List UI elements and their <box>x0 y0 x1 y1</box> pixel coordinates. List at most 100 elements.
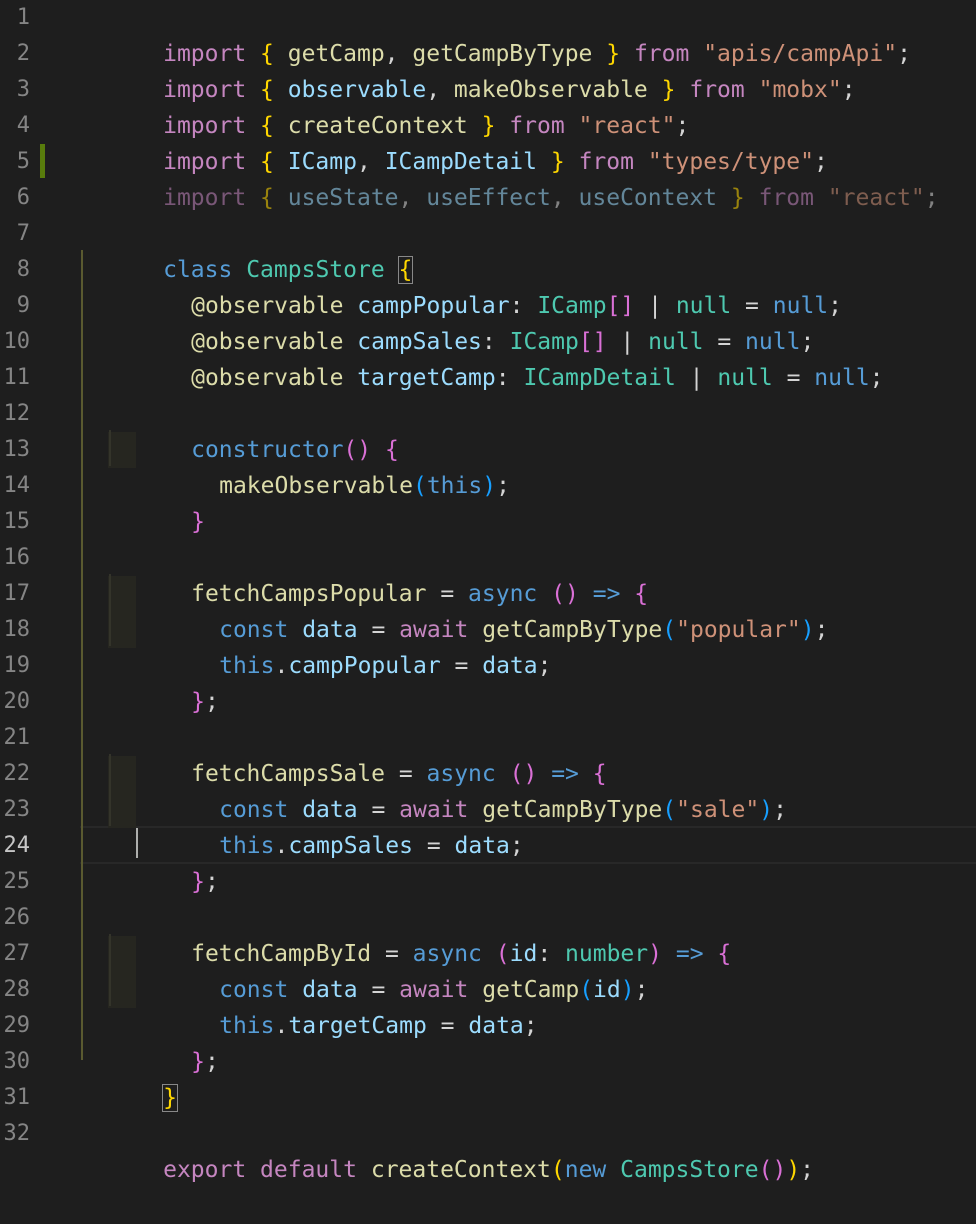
code-line: } <box>108 468 205 535</box>
punctuation: ; <box>204 689 219 715</box>
line-number-gutter: 1 2 3 4 5 6 7 8 9 10 11 12 13 14 15 16 17 18 19 20 21 22 23 24 2… <box>0 0 60 1158</box>
keyword: this <box>219 833 275 859</box>
keyword: this <box>219 1013 275 1039</box>
code-line: constructor() { <box>108 396 399 463</box>
code-line: @observable campPopular: ICamp[] | null … <box>108 252 842 319</box>
function-call: createContext <box>370 1157 551 1183</box>
line-number: 32 <box>3 1121 31 1146</box>
punctuation: ; <box>800 1157 815 1183</box>
line-number: 11 <box>3 365 31 390</box>
code-line: this.targetCamp = data; <box>136 972 538 1039</box>
code-line: const data = await getCampByType("sale")… <box>136 756 787 823</box>
punctuation: ; <box>828 293 842 319</box>
variable: data <box>482 653 538 679</box>
code-editor[interactable]: 1 2 3 4 5 6 7 8 9 10 11 12 13 14 15 16 17 18 19 20 21 22 23 24 2… <box>0 0 976 1183</box>
punctuation: ) <box>482 473 497 499</box>
code-line: import { createContext } from "react"; <box>80 72 689 139</box>
punctuation: ) <box>759 797 774 823</box>
text-cursor <box>136 828 138 858</box>
keyword: from <box>758 185 814 211</box>
line-number: 15 <box>3 509 31 534</box>
punctuation: } <box>717 185 759 211</box>
line-number: 18 <box>3 617 31 642</box>
line-number: 9 <box>16 293 30 318</box>
type: null <box>717 365 773 391</box>
line-number: 4 <box>16 113 30 138</box>
arrow: => <box>675 941 704 967</box>
code-line: const data = await getCampByType("popula… <box>136 576 828 643</box>
code-line: export default createContext(new CampsSt… <box>80 1116 814 1183</box>
punctuation: ) <box>800 617 815 643</box>
git-modified-line-marker <box>40 144 45 178</box>
punctuation: , <box>550 185 579 211</box>
code-line: @observable campSales: ICamp[] | null = … <box>108 288 814 355</box>
line-number: 16 <box>3 545 31 570</box>
function-call: makeObservable <box>219 473 413 499</box>
variable: data <box>454 833 510 859</box>
line-number: 5 <box>16 149 30 174</box>
keyword: from <box>689 77 745 103</box>
punctuation: () <box>758 1157 787 1183</box>
punctuation: ; <box>204 1049 219 1075</box>
keyword: this <box>219 653 275 679</box>
keyword: import <box>163 185 247 211</box>
line-number: 17 <box>3 581 31 606</box>
punctuation: ; <box>869 365 884 391</box>
line-number: 10 <box>3 329 31 354</box>
punctuation: ; <box>523 1013 538 1039</box>
line-number: 3 <box>16 77 30 102</box>
line-number: 12 <box>3 401 31 426</box>
class-name: CampsStore <box>620 1157 759 1183</box>
punctuation: ( <box>662 797 677 823</box>
property: campPopular <box>288 653 441 679</box>
line-number: 25 <box>3 869 31 894</box>
identifier: useState <box>287 185 399 211</box>
punctuation: ; <box>509 833 524 859</box>
punctuation: . <box>274 833 289 859</box>
code-line: fetchCampsPopular = async () => { <box>108 540 648 607</box>
code-area[interactable]: import { getCamp, getCampByType } from "… <box>80 0 976 1183</box>
punctuation: ) <box>620 977 635 1003</box>
punctuation: = <box>440 653 483 679</box>
code-line: const data = await getCamp(id); <box>136 936 648 1003</box>
punctuation: ; <box>897 41 911 67</box>
punctuation: ; <box>537 653 552 679</box>
punctuation: . <box>274 653 289 679</box>
line-number: 8 <box>16 257 30 282</box>
line-number: 19 <box>3 653 31 678</box>
code-line: makeObservable(this); <box>136 432 510 499</box>
property: targetCamp <box>288 1013 427 1039</box>
matched-bracket: } <box>162 1084 178 1112</box>
property: targetCamp <box>357 365 496 391</box>
line-number: 21 <box>3 725 31 750</box>
punctuation: ; <box>496 473 510 499</box>
variable: id <box>593 977 621 1003</box>
string: "sale" <box>676 797 760 823</box>
punctuation: ) <box>648 941 662 967</box>
code-line: this.campSales = data; <box>136 792 524 859</box>
punctuation: { <box>717 941 732 967</box>
code-line: import { ICamp, ICampDetail } from "type… <box>80 108 828 175</box>
line-number: 14 <box>3 473 31 498</box>
line-number: 24 <box>3 833 31 858</box>
property: campSales <box>288 833 413 859</box>
line-number: 6 <box>16 185 30 210</box>
line-number: 23 <box>3 797 31 822</box>
line-number: 2 <box>16 41 30 66</box>
punctuation: ( <box>550 1157 565 1183</box>
keyword: default <box>260 1157 357 1183</box>
code-line: import { observable, makeObservable } fr… <box>80 36 855 103</box>
keyword: this <box>426 473 483 499</box>
line-number: 27 <box>3 941 31 966</box>
literal: null <box>814 365 870 391</box>
string: "mobx" <box>758 77 842 103</box>
line-number: 22 <box>3 761 31 786</box>
punctuation: ) <box>786 1157 801 1183</box>
code-line: class CampsStore { <box>80 216 414 284</box>
line-number: 26 <box>3 905 31 930</box>
